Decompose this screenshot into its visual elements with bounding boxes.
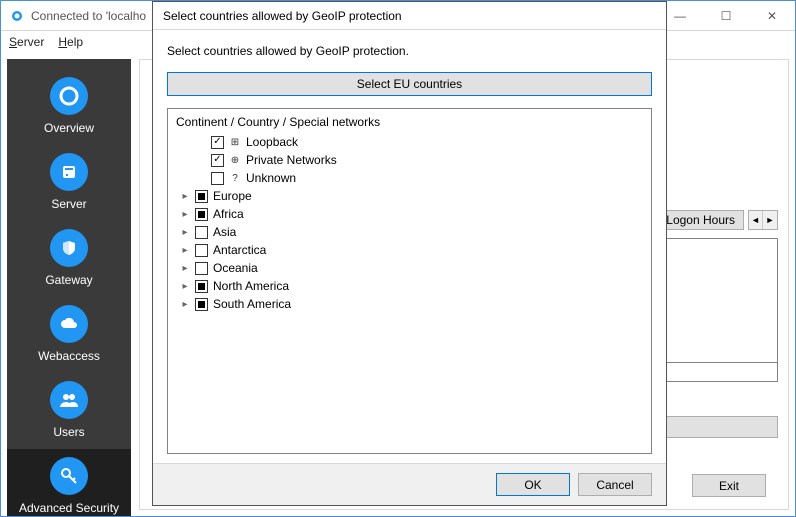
- dialog-body: Select countries allowed by GeoIP protec…: [153, 30, 666, 463]
- dialog-footer: OK Cancel: [153, 463, 666, 505]
- background-button-bar: [658, 416, 778, 438]
- cancel-button[interactable]: Cancel: [578, 473, 652, 496]
- tree-node-asia[interactable]: ▸ Asia: [180, 223, 645, 241]
- cloud-icon: [50, 305, 88, 343]
- tree-header: Continent / Country / Special networks: [176, 115, 645, 129]
- tree-node-europe[interactable]: ▸ Europe: [180, 187, 645, 205]
- dialog-instruction: Select countries allowed by GeoIP protec…: [167, 44, 652, 58]
- tab-scroll-arrows: ◄ ►: [748, 210, 778, 230]
- tab-strip-right: Logon Hours ◄ ►: [657, 210, 778, 230]
- tree-node-loopback[interactable]: ▸⊞Loopback: [196, 133, 645, 151]
- tree-node-label: Oceania: [213, 261, 258, 275]
- tab-scroll-left-icon[interactable]: ◄: [749, 211, 763, 229]
- select-eu-countries-button[interactable]: Select EU countries: [167, 72, 652, 96]
- background-panel-1: [658, 238, 778, 372]
- sidebar-item-label: Users: [7, 425, 131, 439]
- expander-icon[interactable]: ▸: [180, 281, 190, 292]
- tree-node-label: Private Networks: [246, 153, 337, 167]
- tree-node-north-america[interactable]: ▸ North America: [180, 277, 645, 295]
- tab-logon-hours[interactable]: Logon Hours: [657, 210, 744, 230]
- tree-node-private-networks[interactable]: ▸⊕Private Networks: [196, 151, 645, 169]
- tree-node-oceania[interactable]: ▸ Oceania: [180, 259, 645, 277]
- checkbox-icon[interactable]: [195, 244, 208, 257]
- donut-icon: [50, 77, 88, 115]
- expander-icon[interactable]: ▸: [180, 245, 190, 256]
- sidebar-item-label: Server: [7, 197, 131, 211]
- app-icon: [9, 8, 25, 24]
- expander-icon[interactable]: ▸: [180, 263, 190, 274]
- dialog-title: Select countries allowed by GeoIP protec…: [153, 2, 666, 30]
- expander-icon[interactable]: ▸: [180, 209, 190, 220]
- tree-node-label: Asia: [213, 225, 236, 239]
- checkbox-icon[interactable]: [211, 136, 224, 149]
- sidebar-item-label: Webaccess: [7, 349, 131, 363]
- key-icon: [50, 457, 88, 495]
- shield-icon: [50, 229, 88, 267]
- sidebar-item-label: Overview: [7, 121, 131, 135]
- tree-node-label: South America: [213, 297, 291, 311]
- server-icon: [50, 153, 88, 191]
- checkbox-icon[interactable]: [195, 226, 208, 239]
- tree-node-south-america[interactable]: ▸ South America: [180, 295, 645, 313]
- tree-node-unknown[interactable]: ▸?Unknown: [196, 169, 645, 187]
- checkbox-icon[interactable]: [195, 190, 208, 203]
- main-window: Connected to 'localho — ☐ ✕ Server Help …: [0, 0, 796, 517]
- sidebar-item-users[interactable]: Users: [7, 373, 131, 449]
- window-controls: — ☐ ✕: [657, 1, 795, 30]
- sidebar-item-webaccess[interactable]: Webaccess: [7, 297, 131, 373]
- tree-rows: ▸ ⊞ Loopback ▸ ⊕ Private Networks ▸? Unknown ▸ Eu…: [174, 133, 645, 313]
- network-icon: ⊞: [229, 136, 241, 148]
- checkbox-icon[interactable]: [195, 280, 208, 293]
- checkbox-icon[interactable]: [211, 154, 224, 167]
- sidebar-item-advanced-security[interactable]: Advanced Security: [7, 449, 131, 517]
- tree-node-label: Unknown: [246, 171, 296, 185]
- country-tree[interactable]: Continent / Country / Special networks ▸…: [167, 108, 652, 454]
- tree-node-label: Europe: [213, 189, 252, 203]
- exit-button[interactable]: Exit: [692, 474, 766, 497]
- checkbox-icon[interactable]: [195, 262, 208, 275]
- expander-icon[interactable]: ▸: [180, 191, 190, 202]
- menu-server[interactable]: Server: [9, 35, 44, 49]
- menu-help[interactable]: Help: [58, 35, 83, 49]
- sidebar-item-overview[interactable]: Overview: [7, 69, 131, 145]
- background-textbox: [658, 362, 778, 382]
- users-icon: [50, 381, 88, 419]
- tree-node-label: Antarctica: [213, 243, 266, 257]
- checkbox-icon[interactable]: [195, 208, 208, 221]
- tree-node-africa[interactable]: ▸ Africa: [180, 205, 645, 223]
- tree-node-label: Africa: [213, 207, 244, 221]
- sidebar: OverviewServerGatewayWebaccessUsersAdvan…: [7, 59, 131, 510]
- close-button[interactable]: ✕: [749, 1, 795, 30]
- network-icon: ⊕: [229, 154, 241, 166]
- tree-node-label: North America: [213, 279, 289, 293]
- tab-scroll-right-icon[interactable]: ►: [763, 211, 777, 229]
- tree-node-antarctica[interactable]: ▸ Antarctica: [180, 241, 645, 259]
- maximize-button[interactable]: ☐: [703, 1, 749, 30]
- checkbox-icon[interactable]: [211, 172, 224, 185]
- tree-node-label: Loopback: [246, 135, 298, 149]
- ok-button[interactable]: OK: [496, 473, 570, 496]
- sidebar-item-server[interactable]: Server: [7, 145, 131, 221]
- geoip-dialog: Select countries allowed by GeoIP protec…: [152, 1, 667, 506]
- network-icon: ?: [229, 172, 241, 184]
- checkbox-icon[interactable]: [195, 298, 208, 311]
- expander-icon[interactable]: ▸: [180, 299, 190, 310]
- sidebar-item-label: Advanced Security: [7, 501, 131, 515]
- expander-icon[interactable]: ▸: [180, 227, 190, 238]
- sidebar-item-label: Gateway: [7, 273, 131, 287]
- sidebar-item-gateway[interactable]: Gateway: [7, 221, 131, 297]
